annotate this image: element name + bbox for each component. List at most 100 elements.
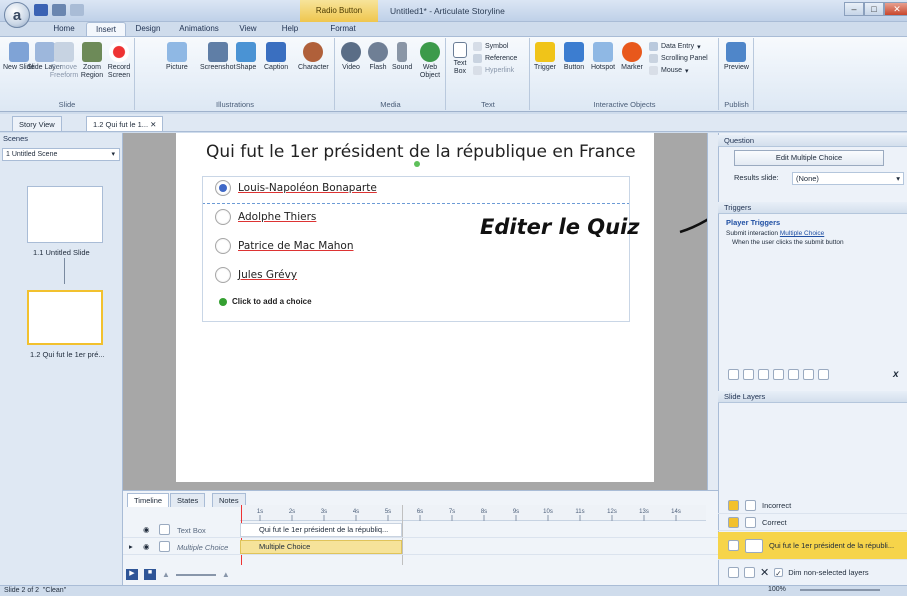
timeline-bar-multiple-choice[interactable]: Multiple Choice	[240, 540, 402, 554]
undo-icon[interactable]	[52, 4, 66, 16]
tab-animations[interactable]: Animations	[172, 22, 226, 36]
hotspot-button[interactable]: Hotspot	[589, 42, 617, 72]
edit-multiple-choice-button[interactable]: Edit Multiple Choice	[734, 150, 884, 166]
question-header[interactable]: Question	[718, 135, 907, 147]
slide-thumbnail-2[interactable]	[27, 290, 103, 345]
app-menu-button[interactable]: a	[4, 2, 30, 28]
timeline-zoom-slider[interactable]	[175, 573, 216, 576]
layer-incorrect[interactable]: Incorrect	[718, 498, 907, 514]
variables-icon[interactable]: x	[893, 369, 899, 380]
stop-icon[interactable]: ■	[144, 569, 156, 580]
timeline-ruler[interactable]: 1s 2s 3s 4s 5s 6s 7s 8s 9s 10s 11s 12s 13s 14s	[240, 505, 706, 521]
choice-3[interactable]: Patrice de Mac Mahon	[215, 238, 354, 254]
choice-1[interactable]: Louis-Napoléon Bonaparte	[215, 180, 377, 196]
play-icon[interactable]: ▶	[126, 569, 138, 580]
scene-dropdown[interactable]: 1 Untitled Scene ▾	[2, 148, 120, 161]
edit-trigger-icon[interactable]	[743, 369, 754, 380]
preview-button[interactable]: Preview	[724, 42, 749, 72]
triggers-header[interactable]: Triggers	[718, 202, 907, 214]
radio-button[interactable]	[215, 267, 231, 283]
trigger-button[interactable]: Trigger	[531, 42, 559, 72]
paste-trigger-icon[interactable]	[773, 369, 784, 380]
slide-title[interactable]: Qui fut le 1er président de la républiqu…	[206, 142, 636, 162]
timeline-row-multiple-choice[interactable]: ▸ ◉ Multiple Choice Multiple Choice	[123, 539, 718, 555]
flash-button[interactable]: Flash	[368, 42, 388, 72]
lock-checkbox[interactable]	[159, 541, 170, 552]
results-slide-dropdown[interactable]: (None) ▾	[792, 172, 904, 185]
tab-states[interactable]: States	[170, 493, 206, 507]
expand-icon[interactable]: ▸	[129, 542, 133, 551]
tab-help[interactable]: Help	[270, 22, 310, 36]
web-object-button[interactable]: Web Object	[418, 42, 442, 80]
stage-vertical-scrollbar[interactable]	[707, 133, 718, 490]
hyperlink-button[interactable]: Hyperlink	[473, 66, 514, 75]
move-down-icon[interactable]	[818, 369, 829, 380]
redo-icon[interactable]	[70, 4, 84, 16]
tab-current-slide[interactable]: 1.2 Qui fut le 1... ✕	[86, 116, 164, 131]
timeline-bar-text-box[interactable]: Qui fut le 1er président de la républiq.…	[240, 523, 402, 537]
lock-checkbox[interactable]	[159, 524, 170, 535]
choice-4[interactable]: Jules Grévy	[215, 267, 297, 283]
zoom-region-button[interactable]: Zoom Region	[80, 42, 104, 80]
zoom-in-icon[interactable]: ▲	[222, 570, 230, 579]
new-trigger-icon[interactable]	[728, 369, 739, 380]
layer-base[interactable]: Qui fut le 1er président de la républi..…	[718, 532, 907, 560]
character-button[interactable]: Character	[298, 42, 329, 72]
slide-layers-header[interactable]: Slide Layers	[718, 391, 907, 403]
reference-button[interactable]: Reference	[473, 54, 517, 63]
tab-insert[interactable]: Insert	[86, 22, 126, 36]
scrolling-panel-button[interactable]: Scrolling Panel	[649, 54, 708, 63]
mouse-button[interactable]: Mouse ▾	[649, 66, 689, 75]
screenshot-icon	[207, 42, 228, 62]
timeline-row-text-box[interactable]: ◉ Text Box Qui fut le 1er président de l…	[123, 522, 718, 538]
shape-button[interactable]: Shape	[236, 42, 256, 72]
copy-trigger-icon[interactable]	[758, 369, 769, 380]
save-icon[interactable]	[34, 4, 48, 16]
video-button[interactable]: Video	[341, 42, 361, 72]
slide-thumbnail-1[interactable]	[27, 186, 103, 243]
tab-story-view[interactable]: Story View	[12, 116, 62, 131]
data-entry-button[interactable]: Data Entry ▾	[649, 42, 701, 51]
layer-correct[interactable]: Correct	[718, 515, 907, 531]
record-screen-button[interactable]: Record Screen	[106, 42, 132, 80]
eye-icon[interactable]	[728, 500, 739, 511]
remove-freeform-button[interactable]: Remove Freeform	[50, 42, 78, 80]
tab-format[interactable]: Format	[318, 22, 368, 36]
sound-button[interactable]: Sound	[392, 42, 412, 72]
delete-trigger-icon[interactable]	[788, 369, 799, 380]
picture-button[interactable]: Picture	[166, 42, 188, 72]
duplicate-layer-icon[interactable]	[744, 567, 755, 578]
text-box-button[interactable]: Text Box	[451, 42, 469, 76]
close-button[interactable]: ✕	[884, 2, 907, 16]
move-up-icon[interactable]	[803, 369, 814, 380]
eye-icon[interactable]	[728, 540, 739, 551]
eye-icon[interactable]: ◉	[143, 542, 150, 551]
new-layer-icon[interactable]	[728, 567, 739, 578]
rotate-handle[interactable]	[414, 161, 420, 167]
radio-button[interactable]	[215, 209, 231, 225]
zoom-out-icon[interactable]: ▲	[162, 570, 170, 579]
marker-button[interactable]: Marker	[619, 42, 645, 72]
layer-thumb-icon	[745, 538, 763, 553]
dim-checkbox[interactable]: ✓	[774, 568, 784, 578]
tab-view[interactable]: View	[228, 22, 268, 36]
tab-home[interactable]: Home	[44, 22, 84, 36]
zoom-slider[interactable]	[800, 589, 880, 591]
button-button[interactable]: Button	[561, 42, 587, 72]
minimize-button[interactable]: –	[844, 2, 864, 16]
trigger-link[interactable]: Multiple Choice	[780, 230, 824, 237]
radio-button[interactable]	[215, 238, 231, 254]
symbol-button[interactable]: Symbol	[473, 42, 508, 51]
eye-icon[interactable]: ◉	[143, 525, 150, 534]
tab-design[interactable]: Design	[128, 22, 168, 36]
screenshot-button[interactable]: Screenshot	[200, 42, 235, 72]
radio-button[interactable]	[215, 180, 231, 196]
close-tab-icon[interactable]: ✕	[150, 120, 156, 129]
maximize-button[interactable]: □	[864, 2, 884, 16]
caption-button[interactable]: Caption	[264, 42, 288, 72]
add-choice-button[interactable]: Click to add a choice	[219, 297, 312, 306]
eye-icon[interactable]	[728, 517, 739, 528]
tab-timeline[interactable]: Timeline	[127, 493, 170, 507]
choice-2[interactable]: Adolphe Thiers	[215, 209, 316, 225]
delete-layer-icon[interactable]: ✕	[760, 566, 769, 579]
